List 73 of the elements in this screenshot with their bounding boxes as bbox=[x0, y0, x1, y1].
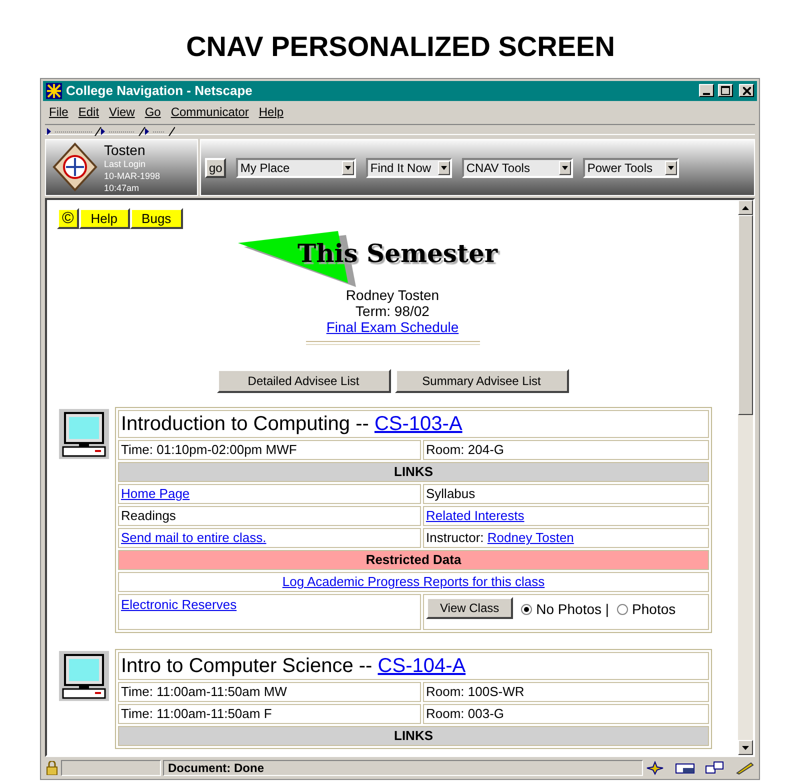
radio-label: Photos bbox=[632, 601, 676, 618]
radio-button[interactable] bbox=[521, 604, 532, 615]
exam-schedule-link[interactable]: Final Exam Schedule bbox=[326, 319, 459, 336]
radio-label: No Photos | bbox=[536, 601, 610, 618]
maximize-icon bbox=[721, 86, 730, 96]
course-title: Intro to Computer Science -- bbox=[121, 655, 372, 678]
table-cell: Room: 003-G bbox=[423, 704, 709, 724]
table-cell: Time: 11:00am-11:50am F bbox=[118, 704, 421, 724]
course-code-link[interactable]: CS-104-A bbox=[378, 655, 466, 678]
login-date: 10-MAR-1998 bbox=[104, 170, 160, 182]
dropdown[interactable]: Power Tools bbox=[583, 158, 680, 178]
term-label: Term: 98/02 bbox=[356, 303, 430, 320]
table-cell: Room: 204-G bbox=[423, 440, 709, 460]
minimize-icon bbox=[703, 92, 710, 95]
course-title: Introduction to Computing -- bbox=[121, 413, 369, 436]
compass-logo-icon bbox=[52, 142, 98, 192]
scrollbar[interactable] bbox=[738, 200, 753, 756]
menu-item[interactable]: Go bbox=[144, 105, 161, 120]
table-cell: Syllabus bbox=[423, 484, 709, 504]
app-icon bbox=[46, 82, 62, 99]
scroll-down-icon[interactable] bbox=[742, 746, 749, 750]
close-button[interactable] bbox=[739, 84, 754, 98]
caret-icon bbox=[562, 166, 568, 170]
dropdown[interactable]: CNAV Tools bbox=[462, 158, 574, 178]
nav-button[interactable]: Bugs bbox=[130, 208, 184, 230]
table-cell: Time: 01:10pm-02:00pm MWF bbox=[118, 440, 421, 460]
pen-icon[interactable] bbox=[735, 761, 755, 776]
caret-icon bbox=[441, 166, 448, 170]
dropdown[interactable]: Find It Now bbox=[366, 158, 452, 178]
instructor-label: Instructor: bbox=[426, 530, 484, 546]
collapsed-toolbars-icon[interactable] bbox=[45, 127, 175, 136]
computer-icon bbox=[59, 651, 109, 702]
user-name: Tosten bbox=[104, 142, 146, 158]
caret-icon bbox=[345, 166, 352, 170]
table-cell: Room: 100S-WR bbox=[423, 682, 709, 702]
chat-icon[interactable] bbox=[705, 761, 725, 776]
scroll-up-icon[interactable] bbox=[742, 206, 749, 210]
menu-item[interactable]: View bbox=[109, 105, 135, 120]
mailbox-icon[interactable] bbox=[675, 761, 695, 776]
window-title: College Navigation - Netscape bbox=[66, 83, 254, 98]
table-cell: Time: 11:00am-11:50am MW bbox=[118, 682, 421, 702]
advisee-list-button[interactable]: Summary Advisee List bbox=[394, 369, 568, 394]
login-time: 10:47am bbox=[104, 182, 140, 194]
restricted-header: Restricted Data bbox=[118, 550, 709, 570]
course-link[interactable]: Home Page bbox=[121, 486, 190, 502]
copyright-button[interactable]: © bbox=[57, 208, 79, 230]
course-code-link[interactable]: CS-103-A bbox=[374, 413, 462, 436]
dropdown[interactable]: My Place bbox=[236, 158, 356, 178]
profile-name: Rodney Tosten bbox=[346, 287, 440, 304]
menu-item[interactable]: File bbox=[49, 105, 68, 120]
lock-icon bbox=[45, 761, 59, 776]
nav-button[interactable]: Help bbox=[78, 208, 130, 230]
maximize-button[interactable] bbox=[718, 84, 733, 98]
last-login-label: Last Login bbox=[104, 158, 147, 170]
page-heading: CNAV PERSONALIZED SCREEN bbox=[185, 30, 616, 64]
table-cell: Readings bbox=[118, 506, 421, 526]
instructor-link[interactable]: Rodney Tosten bbox=[487, 530, 574, 546]
caret-icon bbox=[668, 166, 674, 170]
menu-item[interactable]: Communicator bbox=[170, 105, 249, 120]
reserves-link[interactable]: Electronic Reserves bbox=[121, 597, 237, 612]
links-header: LINKS bbox=[118, 726, 709, 746]
radio-button[interactable] bbox=[617, 604, 628, 615]
status-text: Document: Done bbox=[163, 760, 643, 776]
menu-item[interactable]: Edit bbox=[78, 105, 100, 120]
links-header: LINKS bbox=[118, 462, 709, 482]
view-class-button[interactable]: View Class bbox=[426, 597, 514, 620]
computer-icon bbox=[59, 409, 109, 460]
menu-item[interactable]: Help bbox=[258, 105, 284, 120]
close-icon bbox=[742, 86, 750, 95]
minimize-button[interactable] bbox=[699, 84, 714, 98]
advisee-list-button[interactable]: Detailed Advisee List bbox=[216, 369, 390, 394]
go-button[interactable]: go bbox=[205, 158, 226, 178]
star-icon[interactable] bbox=[645, 761, 665, 776]
